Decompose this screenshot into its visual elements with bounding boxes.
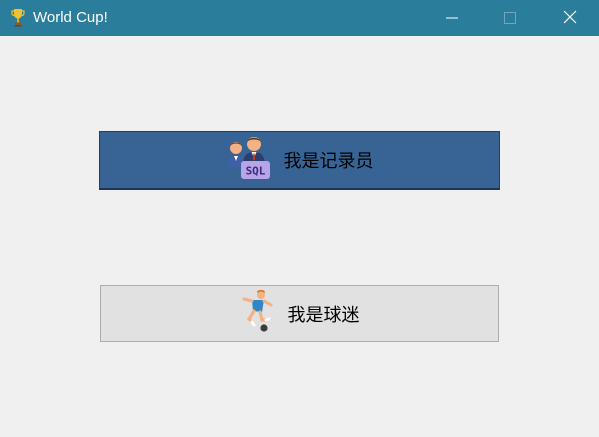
title-bar[interactable]: World Cup! xyxy=(0,0,599,36)
close-button[interactable] xyxy=(541,0,599,36)
maximize-button xyxy=(481,0,539,36)
sql-users-icon: SQL xyxy=(226,135,270,185)
recorder-button-label: 我是记录员 xyxy=(283,151,374,172)
recorder-button[interactable]: SQL 我是记录员 xyxy=(99,131,500,190)
soccer-player-icon xyxy=(240,289,274,338)
maximize-icon xyxy=(504,9,516,28)
trophy-icon xyxy=(10,8,26,28)
minimize-button[interactable] xyxy=(423,0,481,36)
sql-badge-text: SQL xyxy=(245,165,265,178)
window-title: World Cup! xyxy=(33,9,108,26)
fan-button[interactable]: 我是球迷 xyxy=(100,285,499,342)
minimize-icon xyxy=(446,9,458,28)
app-window: World Cup! SQL 我是记录员 我是球迷 xyxy=(0,0,599,437)
fan-button-label: 我是球迷 xyxy=(287,304,360,326)
close-icon xyxy=(563,9,577,28)
